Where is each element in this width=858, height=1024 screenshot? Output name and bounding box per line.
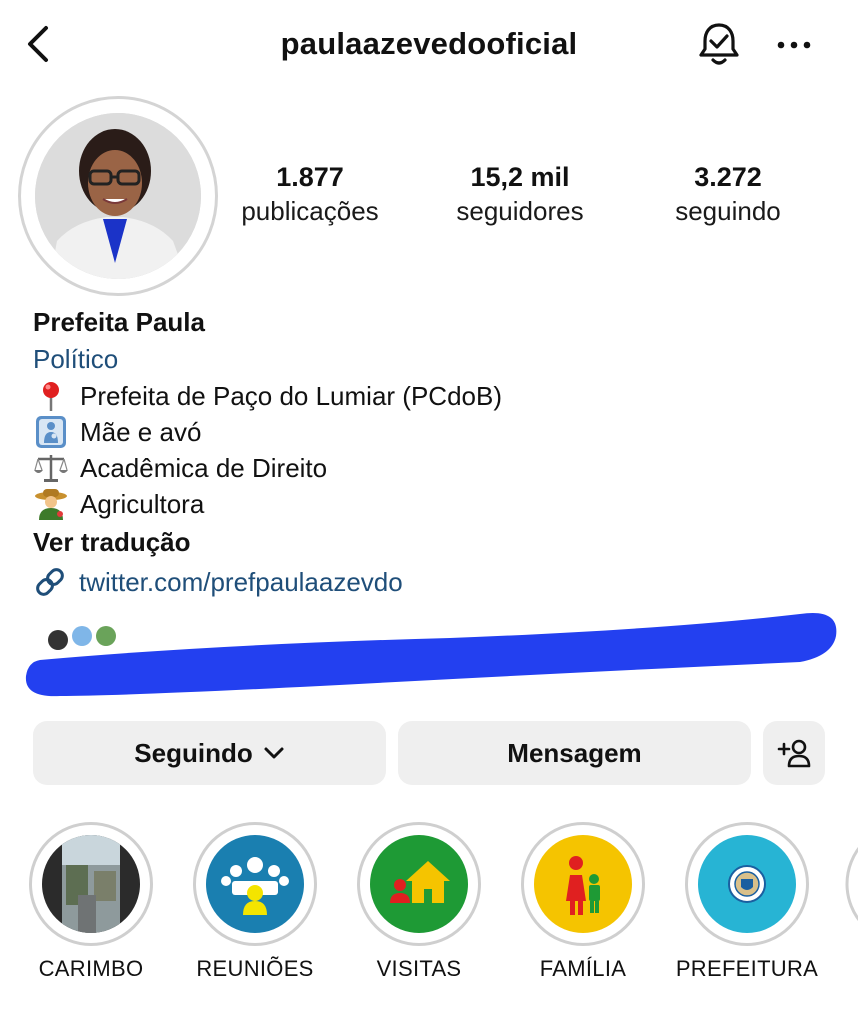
highlight-label: CARIMBO: [38, 956, 144, 981]
bio-line-text: Prefeita de Paço do Lumiar (PCdoB): [80, 381, 502, 411]
pin-emoji-icon: [33, 380, 69, 412]
bio-line-text: Mãe e avó: [80, 417, 202, 447]
following-label: seguindo: [675, 196, 781, 226]
city-seal-icon: [698, 835, 796, 933]
highlight-item-partial[interactable]: [845, 822, 858, 946]
notifications-button[interactable]: [696, 20, 742, 70]
top-bar: paulaazevedooficial: [0, 0, 858, 90]
following-button-label: Seguindo: [134, 737, 253, 768]
link-icon: [36, 568, 64, 596]
highlight-label: VISITAS: [376, 956, 462, 981]
highlight-item[interactable]: REUNIÕES: [180, 822, 330, 982]
profile-bio: Prefeita Paula Político Prefeita de Paço…: [33, 304, 833, 602]
followers-stat[interactable]: 15,2 mil seguidores: [432, 160, 608, 228]
more-horizontal-icon: [777, 41, 811, 49]
bio-line: Agricultora: [33, 486, 833, 522]
more-options-button[interactable]: [774, 30, 814, 60]
chevron-down-icon: [264, 747, 284, 759]
bio-line: Acadêmica de Direito: [33, 450, 833, 486]
following-count: 3.272: [694, 162, 762, 192]
highlight-ring: [521, 822, 645, 946]
following-button[interactable]: Seguindo: [33, 721, 386, 785]
highlight-item[interactable]: PREFEITURA: [672, 822, 822, 982]
highlight-item[interactable]: FAMÍLIA: [508, 822, 658, 982]
message-button-label: Mensagem: [507, 737, 642, 768]
highlight-item[interactable]: CARIMBO: [16, 822, 166, 982]
highlight-ring: [193, 822, 317, 946]
bio-line-text: Agricultora: [80, 489, 205, 519]
farmer-emoji-icon: [33, 488, 69, 520]
bio-line-text: Acadêmica de Direito: [80, 453, 328, 483]
followers-count: 15,2 mil: [470, 162, 570, 192]
highlight-ring: [357, 822, 481, 946]
family-icon: [534, 835, 632, 933]
posts-count: 1.877: [276, 162, 344, 192]
profile-name: Prefeita Paula: [33, 307, 205, 337]
avatar-photo: [35, 113, 201, 279]
highlight-ring: [685, 822, 809, 946]
profile-avatar[interactable]: [18, 96, 218, 296]
redaction-scribble: [25, 612, 837, 697]
see-translation-link[interactable]: Ver tradução: [33, 522, 833, 562]
highlight-item[interactable]: VISITAS: [344, 822, 494, 982]
highlight-label: REUNIÕES: [196, 956, 314, 981]
highlight-label: PREFEITURA: [675, 956, 819, 981]
mother-child-emoji-icon: [33, 416, 69, 448]
posts-stat[interactable]: 1.877 publicações: [222, 160, 398, 228]
add-user-icon: [777, 739, 811, 768]
message-button[interactable]: Mensagem: [398, 721, 751, 785]
bio-external-link[interactable]: twitter.com/prefpaulaazevdo: [33, 562, 833, 602]
highlight-ring: [29, 822, 153, 946]
following-stat[interactable]: 3.272 seguindo: [640, 160, 816, 228]
profile-category[interactable]: Político: [33, 340, 833, 378]
meeting-icon: [206, 835, 304, 933]
posts-label: publicações: [241, 196, 379, 226]
highlight-label: FAMÍLIA: [539, 956, 627, 981]
suggested-users-button[interactable]: [763, 721, 825, 785]
bio-line: Mãe e avó: [33, 414, 833, 450]
scales-emoji-icon: [33, 452, 69, 484]
bio-link-text: twitter.com/prefpaulaazevdo: [79, 567, 403, 597]
bio-line: Prefeita de Paço do Lumiar (PCdoB): [33, 378, 833, 414]
bell-check-icon: [699, 23, 739, 65]
highlight-cover-photo: [42, 835, 140, 933]
house-visit-icon: [370, 835, 468, 933]
followers-label: seguidores: [456, 196, 584, 226]
